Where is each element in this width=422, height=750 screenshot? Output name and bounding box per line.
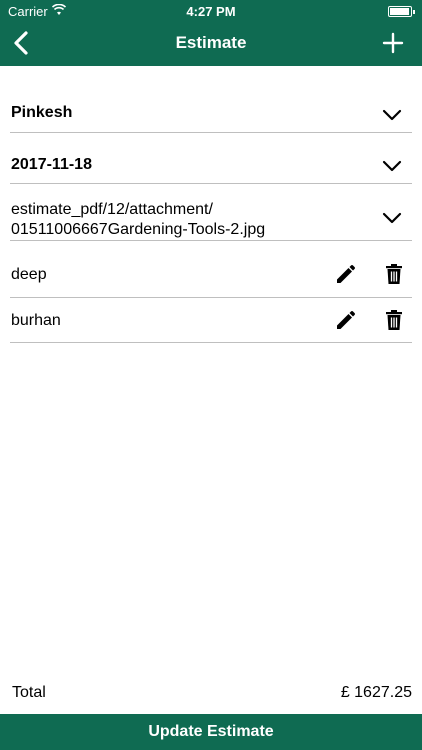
chevron-down-icon xyxy=(382,109,402,121)
list-item: deep xyxy=(10,252,412,298)
status-time: 4:27 PM xyxy=(186,4,236,19)
total-value: £ 1627.25 xyxy=(340,684,412,701)
status-bar: Carrier 4:27 PM xyxy=(0,0,422,22)
update-estimate-button[interactable]: Update Estimate xyxy=(0,714,422,750)
plus-icon xyxy=(382,32,404,54)
list-item: burhan xyxy=(10,298,412,343)
total-label: Total xyxy=(12,684,46,701)
customer-value: Pinkesh xyxy=(11,104,73,121)
pencil-icon[interactable] xyxy=(334,264,356,286)
nav-header: Carrier 4:27 PM Estimate xyxy=(0,0,422,66)
attachment-value: estimate_pdf/12/attachment/ 01511006667G… xyxy=(11,200,371,240)
chevron-down-icon xyxy=(382,160,402,172)
item-name: burhan xyxy=(11,312,61,329)
trash-icon[interactable] xyxy=(385,263,403,285)
attachment-select[interactable]: estimate_pdf/12/attachment/ 01511006667G… xyxy=(10,197,412,241)
battery-icon xyxy=(388,6,415,17)
date-value: 2017-11-18 xyxy=(11,156,92,173)
page-title: Estimate xyxy=(175,33,247,52)
add-button[interactable] xyxy=(380,28,406,58)
attachment-file-line: 01511006667Gardening-Tools-2.jpg xyxy=(11,221,266,238)
customer-select[interactable]: Pinkesh xyxy=(10,96,412,133)
date-select[interactable]: 2017-11-18 xyxy=(10,146,412,184)
item-name: deep xyxy=(11,266,47,283)
pencil-icon[interactable] xyxy=(334,310,356,332)
attachment-path-line: estimate_pdf/12/attachment/ xyxy=(11,201,213,218)
trash-icon[interactable] xyxy=(385,309,403,331)
chevron-down-icon xyxy=(382,212,402,224)
